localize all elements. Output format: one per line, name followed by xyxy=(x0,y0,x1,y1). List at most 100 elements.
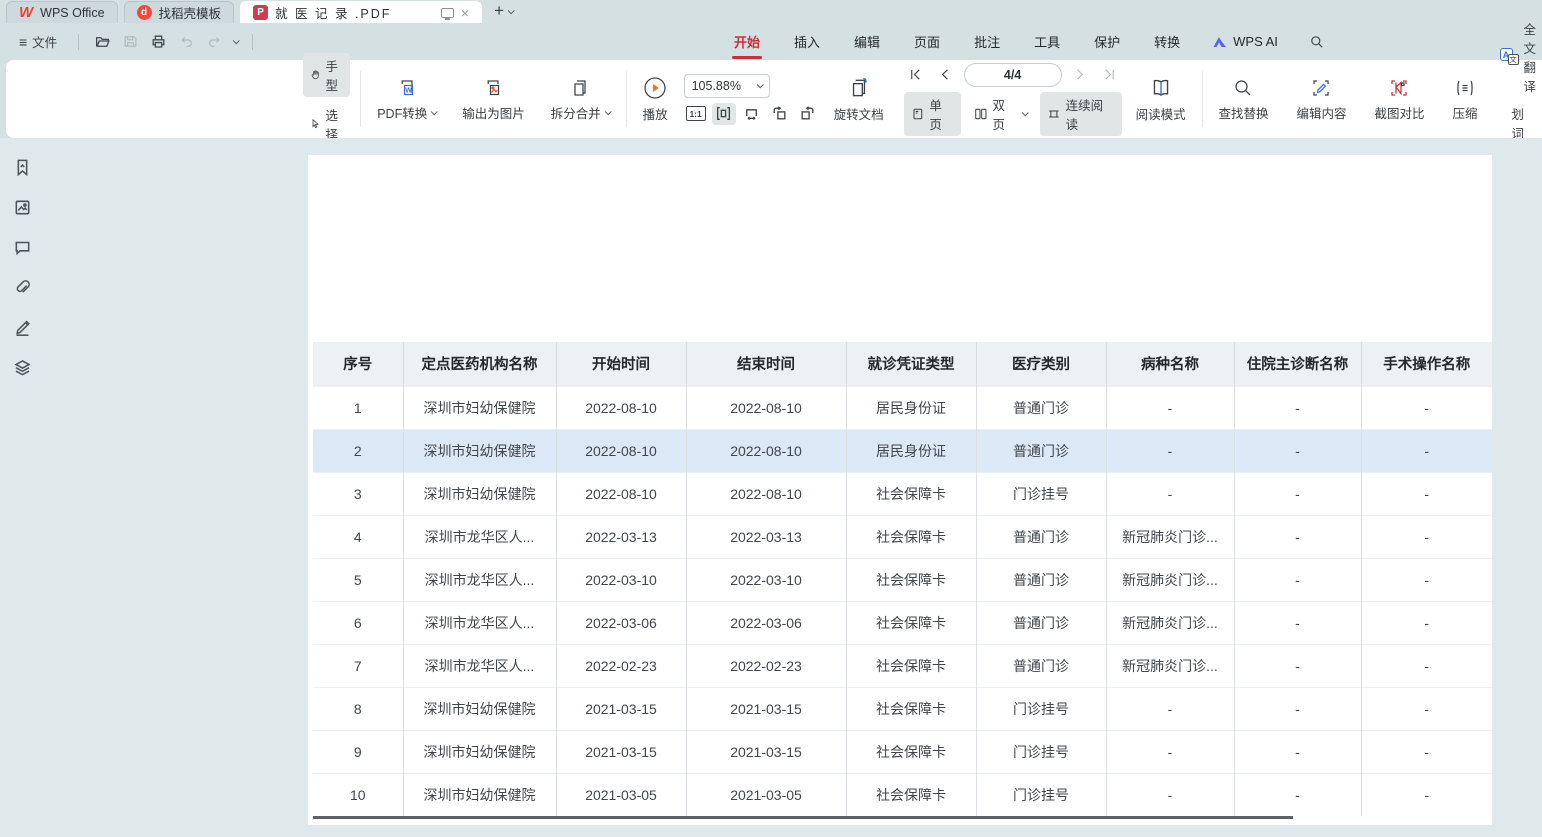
actual-size-button[interactable]: 1:1 xyxy=(684,103,708,125)
pdf-file-icon: P xyxy=(253,5,268,20)
rotate-document-button[interactable]: 旋转文档 xyxy=(828,74,890,125)
layers-panel-icon[interactable] xyxy=(13,358,32,377)
rotate-left-button[interactable] xyxy=(768,103,792,125)
menu-tab-page[interactable]: 页面 xyxy=(912,23,942,60)
comments-panel-icon[interactable] xyxy=(13,238,32,257)
read-mode-button[interactable]: 阅读模式 xyxy=(1130,74,1192,125)
table-cell: 8 xyxy=(313,687,403,730)
last-page-button[interactable] xyxy=(1098,64,1122,86)
play-icon xyxy=(643,76,667,100)
pdf-convert-button[interactable]: W PDF转换 xyxy=(371,75,442,124)
table-cell: 社会保障卡 xyxy=(846,730,976,773)
table-cell: 深圳市妇幼保健院 xyxy=(403,429,556,472)
hand-tool-button[interactable]: 手型 xyxy=(303,53,351,97)
close-tab-icon[interactable]: × xyxy=(461,6,469,20)
quickbar-chevron-icon[interactable] xyxy=(233,37,240,44)
save-icon[interactable] xyxy=(121,33,139,51)
tab-wps-office[interactable]: W WPS Office xyxy=(6,1,118,23)
table-cell: - xyxy=(1234,601,1361,644)
print-icon[interactable] xyxy=(149,33,167,51)
table-cell: 门诊挂号 xyxy=(976,773,1106,816)
table-row: 7深圳市龙华区人...2022-02-232022-02-23社会保障卡普通门诊… xyxy=(313,644,1492,687)
screenshot-compare-label: 截图对比 xyxy=(1374,103,1424,122)
table-cell: 深圳市龙华区人... xyxy=(403,558,556,601)
find-replace-button[interactable]: 查找替换 xyxy=(1212,75,1274,124)
export-image-button[interactable]: 输出为图片 xyxy=(456,75,531,124)
new-tab-button[interactable]: + xyxy=(494,1,504,21)
fit-width-button[interactable] xyxy=(740,103,764,125)
tab-list-chevron-icon[interactable] xyxy=(508,7,515,14)
table-cell: - xyxy=(1234,773,1361,816)
table-cell: - xyxy=(1234,730,1361,773)
table-cell: - xyxy=(1234,386,1361,429)
redo-icon[interactable] xyxy=(205,33,223,51)
play-button[interactable]: 播放 xyxy=(637,74,674,125)
table-cell: 2022-08-10 xyxy=(556,386,686,429)
medical-records-table: 序号定点医药机构名称开始时间结束时间就诊凭证类型医疗类别病种名称住院主诊断名称手… xyxy=(313,342,1492,816)
table-cell: 7 xyxy=(313,644,403,687)
zoom-level-select[interactable]: 105.88% xyxy=(684,74,770,98)
rotate-right-button[interactable] xyxy=(796,103,820,125)
vertical-scrollbar[interactable] xyxy=(1536,138,1542,837)
table-cell: 2022-02-23 xyxy=(556,644,686,687)
undo-icon[interactable] xyxy=(177,33,195,51)
menu-tab-tools[interactable]: 工具 xyxy=(1032,23,1062,60)
menu-tab-edit[interactable]: 编辑 xyxy=(852,23,882,60)
table-cell: 社会保障卡 xyxy=(846,644,976,687)
menu-tab-protect[interactable]: 保护 xyxy=(1092,23,1122,60)
prev-page-button[interactable] xyxy=(934,64,958,86)
table-cell: 门诊挂号 xyxy=(976,687,1106,730)
table-row: 3深圳市妇幼保健院2022-08-102022-08-10社会保障卡门诊挂号--… xyxy=(313,472,1492,515)
table-cell: - xyxy=(1234,472,1361,515)
table-row: 5深圳市龙华区人...2022-03-102022-03-10社会保障卡普通门诊… xyxy=(313,558,1492,601)
split-merge-label: 拆分合并 xyxy=(551,103,601,122)
tab-wps-office-label: WPS Office xyxy=(40,6,104,20)
fit-window-button[interactable] xyxy=(712,103,736,125)
open-file-icon[interactable] xyxy=(93,33,111,51)
table-cell: - xyxy=(1361,730,1492,773)
first-page-button[interactable] xyxy=(904,64,928,86)
full-translate-button[interactable]: A文 全文翻译 xyxy=(1500,19,1542,95)
table-cell: 新冠肺炎门诊... xyxy=(1106,558,1234,601)
screenshot-compare-button[interactable]: 截图对比 xyxy=(1368,75,1430,124)
table-cell: 新冠肺炎门诊... xyxy=(1106,644,1234,687)
one-to-one-icon: 1:1 xyxy=(686,106,706,121)
single-page-button[interactable]: 单页 xyxy=(904,92,961,136)
menu-tab-comment[interactable]: 批注 xyxy=(972,23,1002,60)
export-image-label: 输出为图片 xyxy=(462,103,525,122)
pdf-page[interactable]: 序号定点医药机构名称开始时间结束时间就诊凭证类型医疗类别病种名称住院主诊断名称手… xyxy=(308,155,1492,825)
table-cell: - xyxy=(1361,429,1492,472)
table-cell: 社会保障卡 xyxy=(846,515,976,558)
zoom-level-value: 105.88% xyxy=(692,79,741,93)
next-page-button[interactable] xyxy=(1068,64,1092,86)
table-cell: - xyxy=(1106,429,1234,472)
bookmarks-panel-icon[interactable] xyxy=(13,158,32,177)
menu-tab-home[interactable]: 开始 xyxy=(732,23,762,60)
menu-tab-insert[interactable]: 插入 xyxy=(792,23,822,60)
export-image-icon xyxy=(482,77,504,99)
table-header-cell: 定点医药机构名称 xyxy=(403,342,556,386)
table-cell: 2022-03-13 xyxy=(556,515,686,558)
edit-content-button[interactable]: 编辑内容 xyxy=(1290,75,1352,124)
menu-tab-convert[interactable]: 转换 xyxy=(1152,23,1182,60)
continuous-reading-button[interactable]: 连续阅读 xyxy=(1040,92,1122,136)
table-cell: 门诊挂号 xyxy=(976,730,1106,773)
split-merge-button[interactable]: 拆分合并 xyxy=(545,75,616,124)
continuous-reading-label: 连续阅读 xyxy=(1066,95,1115,133)
thumbnails-panel-icon[interactable] xyxy=(13,198,32,217)
present-monitor-icon[interactable] xyxy=(441,8,454,18)
tab-template-store[interactable]: d 找稻壳模板 xyxy=(124,1,235,23)
double-page-button[interactable]: 双页 xyxy=(967,92,1034,136)
tab-document[interactable]: P 就 医 记 录 .PDF × xyxy=(240,1,482,23)
table-row: 2深圳市妇幼保健院2022-08-102022-08-10居民身份证普通门诊--… xyxy=(313,429,1492,472)
screenshot-compare-icon xyxy=(1388,77,1410,99)
signature-panel-icon[interactable] xyxy=(13,318,32,337)
page-number-input[interactable]: 4/4 xyxy=(964,63,1062,87)
table-cell: 2021-03-05 xyxy=(556,773,686,816)
file-menu-button[interactable]: ≡ 文件 xyxy=(12,29,64,54)
table-header-cell: 结束时间 xyxy=(686,342,846,386)
table-cell: 普通门诊 xyxy=(976,515,1106,558)
attachments-panel-icon[interactable] xyxy=(13,278,32,297)
compress-button[interactable]: 压缩 xyxy=(1446,75,1483,124)
select-tool-label: 选择 xyxy=(326,105,344,143)
